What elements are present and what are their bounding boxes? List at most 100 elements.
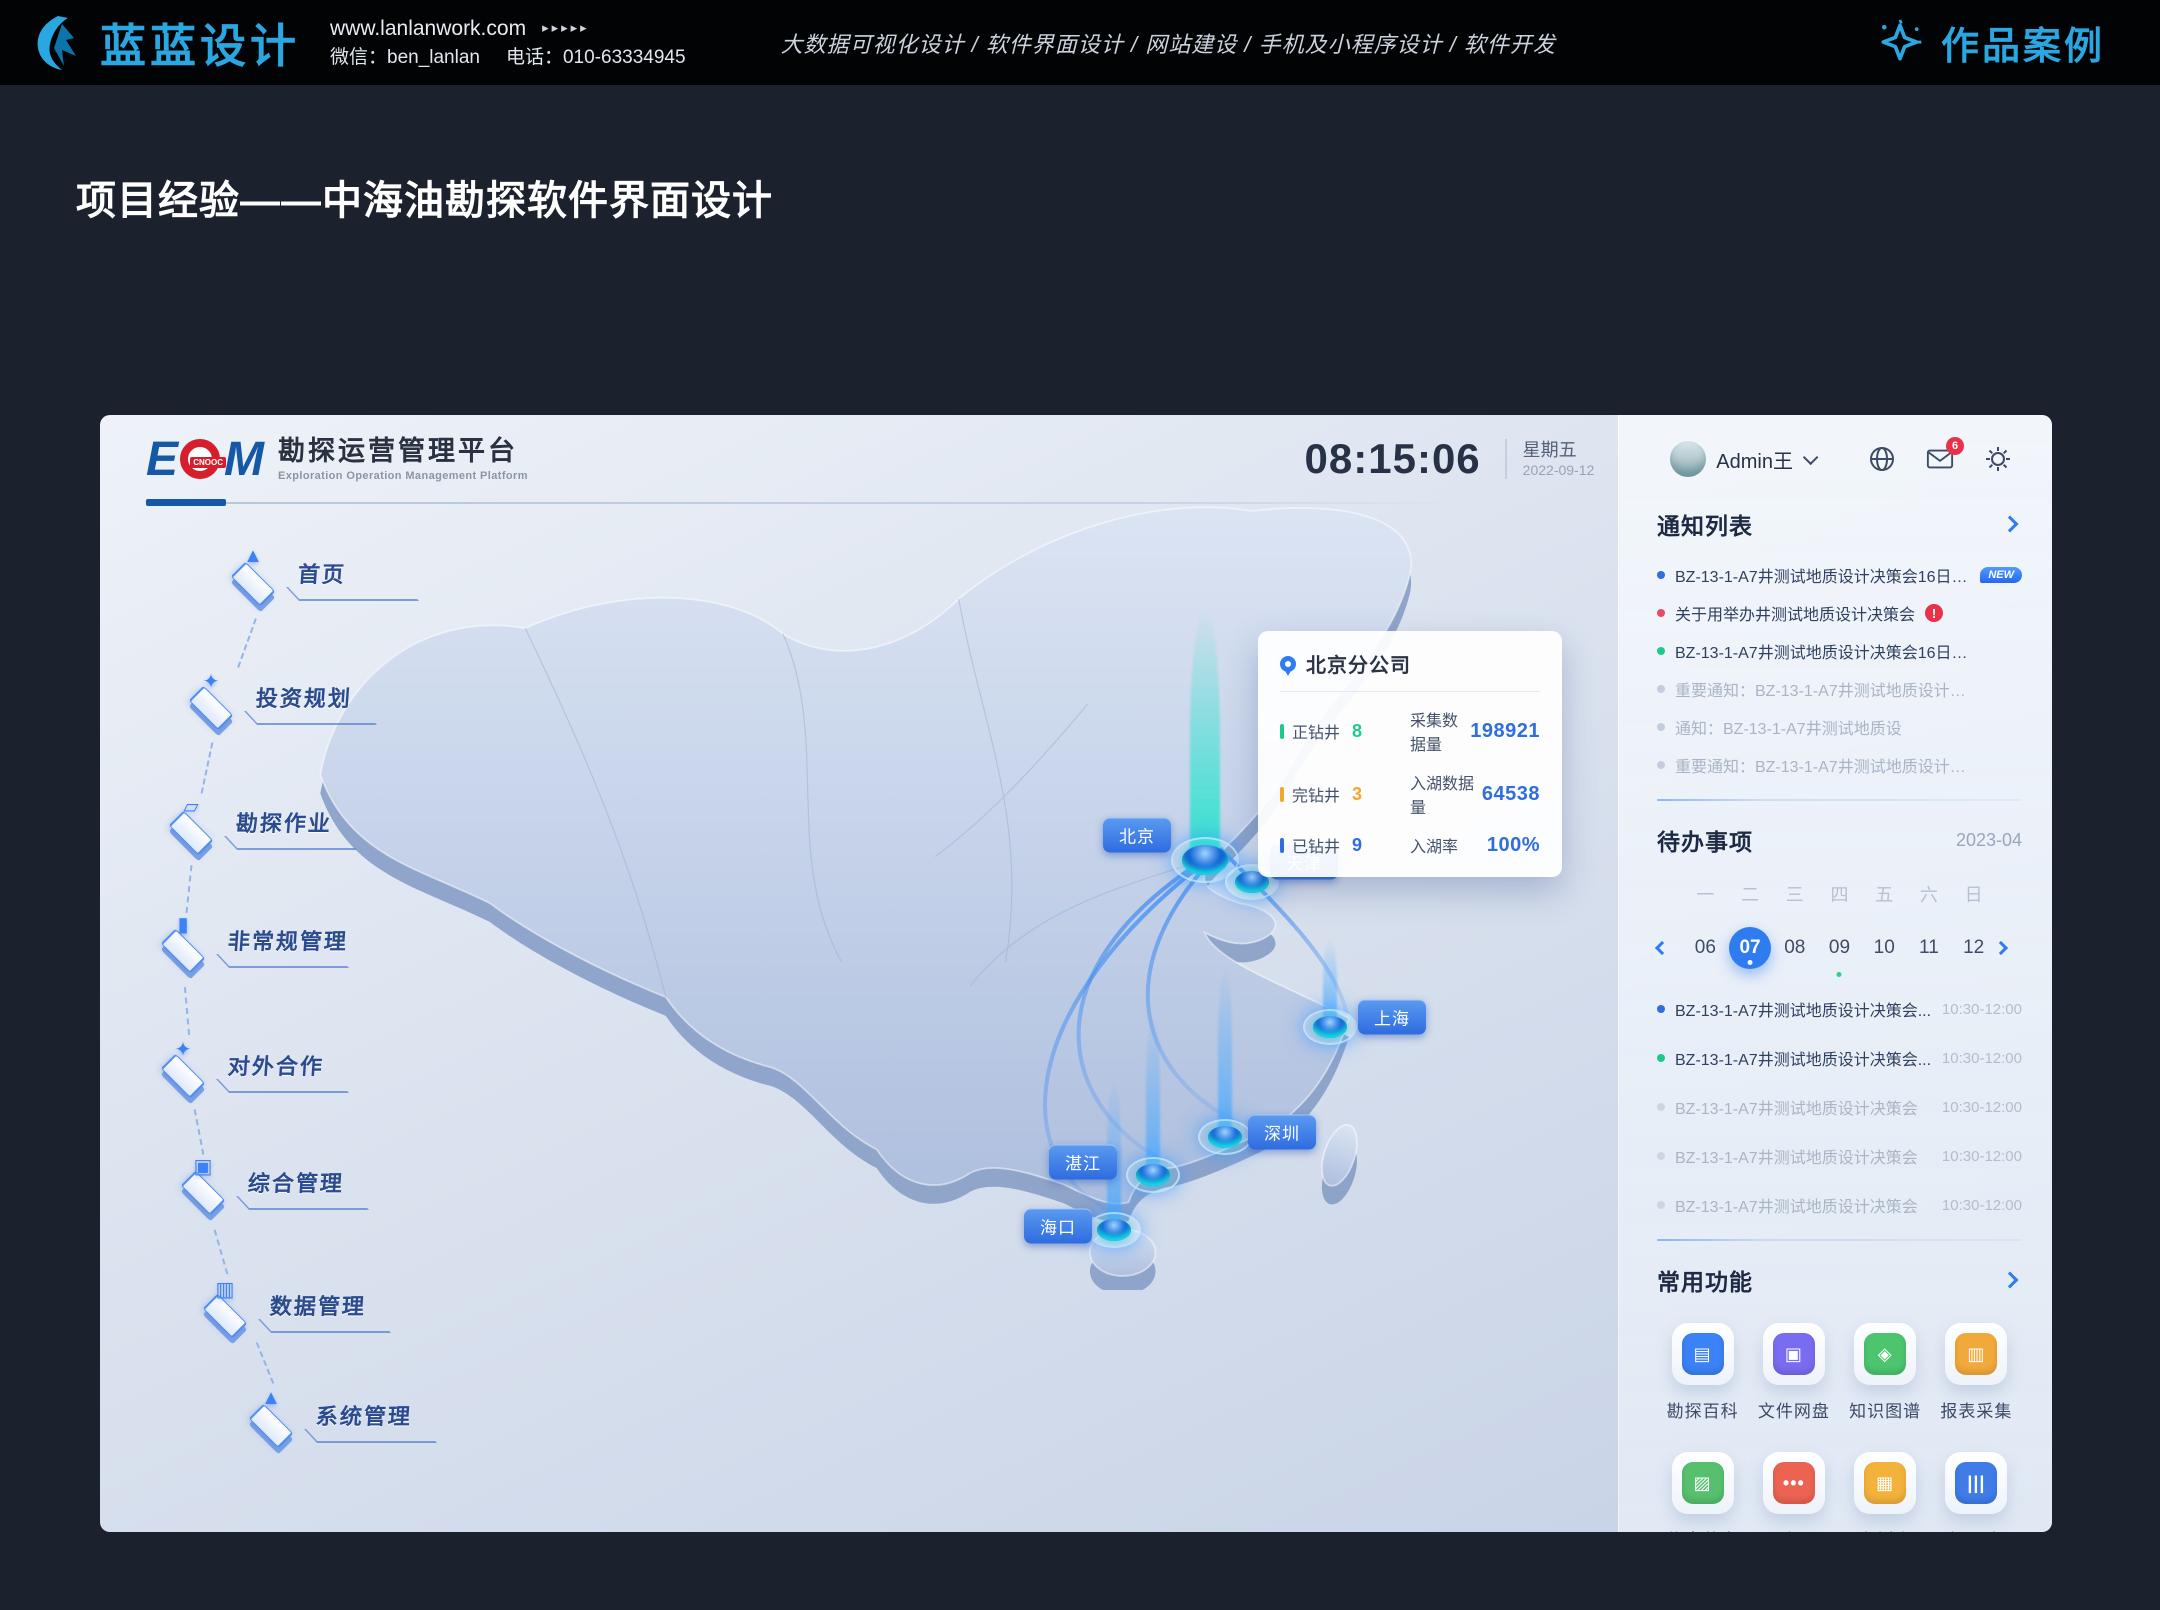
map-marker-zhanjiang[interactable] — [1126, 1157, 1180, 1193]
app-knowledge-graph[interactable]: ◈ 知识图谱 — [1840, 1323, 1931, 1422]
city-label-beijing[interactable]: 北京 — [1103, 818, 1171, 853]
todo-item[interactable]: BZ-13-1-A7井测试地质设计决策会 10:30-12:00 — [1657, 1193, 2022, 1217]
todo-item[interactable]: BZ-13-1-A7井测试地质设计决策会 10:30-12:00 — [1657, 1144, 2022, 1168]
dashboard-header: E CNOOC M 勘探运营管理平台 Exploration Operation… — [100, 415, 2052, 503]
notifications-title: 通知列表 — [1657, 507, 1753, 541]
ecm-letter-e: E — [146, 432, 176, 487]
map-marker-shenzhen[interactable] — [1198, 1119, 1252, 1155]
notification-item[interactable]: 重要通知：BZ-13-1-A7井测试地质设计决策会16日14... — [1657, 753, 2022, 777]
app-instant-messaging[interactable]: ••• 即时通讯 — [1748, 1452, 1839, 1532]
app-info-sharing[interactable]: ▨ 信息共享 — [1657, 1452, 1748, 1532]
tooltip-row: 完钻井 3 入湖数据量 64538 — [1280, 770, 1540, 818]
nav-connector — [185, 865, 192, 913]
site-url[interactable]: www.lanlanwork.com — [330, 14, 526, 44]
calendar-day-selected[interactable]: 07 — [1729, 927, 1771, 969]
nav-connector — [256, 1342, 274, 1384]
sidebar-item-home[interactable]: ▲ 首页 — [220, 543, 346, 603]
date-label: 2022-09-12 — [1523, 462, 1595, 480]
user-name: Admin王 — [1716, 445, 1793, 474]
satellite-platform-icon: ✦ — [178, 667, 244, 727]
app-exploration-wiki[interactable]: ▤ 勘探百科 — [1657, 1323, 1748, 1422]
database-platform-icon: ▥ — [192, 1275, 258, 1335]
site-logo-text: 蓝蓝设计 — [100, 10, 300, 76]
chevron-right-icon[interactable] — [2002, 516, 2019, 533]
ecm-logo: E CNOOC M — [146, 432, 262, 487]
section-divider — [1657, 799, 2022, 801]
sidebar-item-unconventional-management[interactable]: ▮ 非常规管理 — [150, 910, 348, 970]
app-file-drive[interactable]: ▣ 文件网盘 — [1748, 1323, 1839, 1422]
box-platform-icon: ▣ — [170, 1152, 236, 1212]
sidebar-item-investment-planning[interactable]: ✦ 投资规划 — [178, 667, 352, 727]
city-label-shenzhen[interactable]: 深圳 — [1248, 1115, 1316, 1150]
functions-title: 常用功能 — [1657, 1263, 1753, 1297]
lanlan-logo[interactable]: 蓝蓝设计 — [28, 10, 300, 76]
arrows-decoration: ▸▸▸▸▸ — [542, 19, 590, 38]
calendar-day[interactable]: 12 — [1953, 927, 1995, 969]
notification-item[interactable]: BZ-13-1-A7井测试地质设计决策会16日14点开始 NEW — [1657, 563, 2022, 587]
nav-connector — [194, 1109, 205, 1155]
tooltip-row: 已钻井 9 入湖率 100% — [1280, 833, 1540, 857]
map-marker-haikou[interactable] — [1087, 1212, 1141, 1248]
calendar-day[interactable]: 11 — [1908, 927, 1950, 969]
sidebar-item-system-management[interactable]: ▲ 系统管理 — [238, 1385, 412, 1445]
app-case-library[interactable]: ▦ 案例库 — [1840, 1452, 1931, 1532]
clock: 08:15:06 — [1305, 435, 1481, 483]
calendar-day[interactable]: 08 — [1774, 927, 1816, 969]
calendar-month: 2023-04 — [1956, 830, 2022, 851]
cnooc-tag: CNOOC — [190, 457, 226, 468]
lanlan-logo-icon — [28, 14, 86, 72]
portfolio-link[interactable]: 作品案例 — [1875, 15, 2105, 70]
books-icon: ||| — [1955, 1462, 1997, 1504]
avatar — [1670, 441, 1706, 477]
sidebar-item-data-management[interactable]: ▥ 数据管理 — [192, 1275, 366, 1335]
chevron-right-icon[interactable] — [2002, 1272, 2019, 1289]
header-accent-bar — [146, 499, 226, 506]
status-dot — [1657, 1054, 1665, 1062]
mail-badge: 6 — [1946, 437, 1964, 455]
city-label-haikou[interactable]: 海口 — [1024, 1209, 1092, 1244]
city-label-zhanjiang[interactable]: 湛江 — [1049, 1145, 1117, 1180]
app-knowledge-base[interactable]: ||| 知识库 — [1931, 1452, 2022, 1532]
tooltip-row: 正钻井 8 采集数据量 198921 — [1280, 707, 1540, 755]
status-dot — [1657, 1103, 1665, 1111]
status-dot — [1657, 609, 1665, 617]
mail-icon[interactable]: 6 — [1926, 445, 1954, 473]
rocket-platform-icon: ▲ — [220, 543, 286, 603]
app-report-collection[interactable]: ▥ 报表采集 — [1931, 1323, 2022, 1422]
beam-shenzhen — [1218, 967, 1232, 1137]
calendar-day[interactable]: 09 — [1818, 927, 1860, 969]
gear-icon[interactable] — [1984, 445, 2012, 473]
chevron-down-icon — [1803, 449, 1819, 465]
todo-item[interactable]: BZ-13-1-A7井测试地质设计决策会... 10:30-12:00 — [1657, 997, 2022, 1021]
calendar-prev-icon[interactable] — [1655, 941, 1669, 955]
new-badge: NEW — [1980, 567, 2022, 583]
map-marker-shanghai[interactable] — [1303, 1009, 1357, 1045]
globe-icon[interactable] — [1868, 445, 1896, 473]
city-label-shanghai[interactable]: 上海 — [1358, 1000, 1426, 1035]
chart-platform-icon: ▮ — [150, 910, 216, 970]
notification-item[interactable]: BZ-13-1-A7井测试地质设计决策会16日14点开始！ — [1657, 639, 2022, 663]
calendar-day[interactable]: 10 — [1863, 927, 1905, 969]
sidebar-item-external-cooperation[interactable]: ✦ 对外合作 — [150, 1035, 324, 1095]
todo-item[interactable]: BZ-13-1-A7井测试地质设计决策会... 10:30-12:00 — [1657, 1046, 2022, 1070]
nav-connector — [201, 742, 214, 793]
phone-contact: 电话：010-63334945 — [506, 44, 686, 72]
platform-title: 勘探运营管理平台 — [278, 436, 528, 467]
notification-item[interactable]: 关于用举办井测试地质设计决策会 ! — [1657, 601, 2022, 625]
notification-item[interactable]: 重要通知：BZ-13-1-A7井测试地质设计决策会16日14... — [1657, 677, 2022, 701]
weekday-label: 星期五 — [1523, 439, 1595, 462]
notification-item[interactable]: 通知：BZ-13-1-A7井测试地质设 — [1657, 715, 2022, 739]
status-dot — [1657, 647, 1665, 655]
services-list: 大数据可视化设计 / 软件界面设计 / 网站建设 / 手机及小程序设计 / 软件… — [781, 27, 1556, 59]
todo-list: BZ-13-1-A7井测试地质设计决策会... 10:30-12:00 BZ-1… — [1657, 997, 2022, 1217]
calendar-day[interactable]: 06 — [1684, 927, 1726, 969]
todo-item[interactable]: BZ-13-1-A7井测试地质设计决策会 10:30-12:00 — [1657, 1095, 2022, 1119]
sidebar-item-exploration-operations[interactable]: ▱ 勘探作业 — [158, 792, 332, 852]
nav-connector — [237, 618, 257, 668]
user-menu[interactable]: Admin王 — [1670, 441, 1814, 477]
sidebar-item-comprehensive-management[interactable]: ▣ 综合管理 — [170, 1152, 344, 1212]
report-icon: ▥ — [1955, 1333, 1997, 1375]
calendar-next-icon[interactable] — [1994, 941, 2008, 955]
chat-bubble-icon: ••• — [1773, 1462, 1815, 1504]
status-dot — [1657, 761, 1665, 769]
